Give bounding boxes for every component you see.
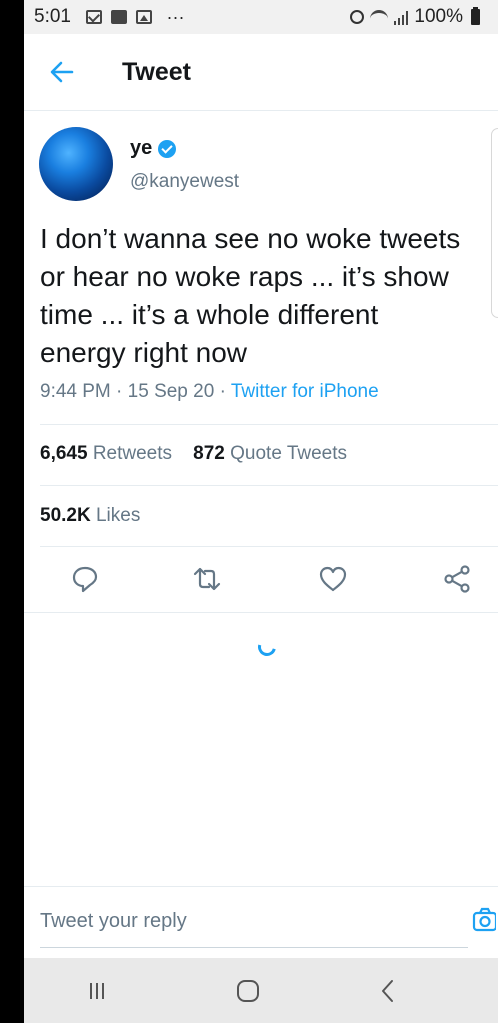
meta-separator: · — [219, 381, 226, 402]
nav-back-icon[interactable] — [373, 976, 403, 1006]
retweet-icon[interactable] — [192, 564, 222, 594]
reply-bar: Tweet your reply — [24, 886, 498, 959]
scroll-handle[interactable] — [491, 128, 498, 318]
meta-separator: · — [116, 381, 123, 402]
quote-tweets-label: Quote Tweets — [230, 443, 348, 464]
notification-icons: ... — [86, 3, 185, 24]
tweet-date: 15 Sep 20 — [127, 381, 215, 402]
avatar[interactable] — [39, 127, 113, 201]
author-handle[interactable]: @kanyewest — [130, 171, 239, 193]
camera-icon[interactable] — [472, 907, 496, 933]
battery-percent: 100% — [414, 6, 463, 27]
quote-tweets-count: 872 — [193, 443, 225, 464]
divider — [40, 485, 498, 486]
likes-label: Likes — [95, 505, 141, 526]
more-notifications-icon: ... — [167, 3, 186, 23]
page-title: Tweet — [122, 58, 191, 86]
quote-tweets-stat[interactable]: 872 Quote Tweets — [193, 443, 347, 464]
like-heart-icon[interactable] — [318, 564, 348, 594]
engagement-stats: 6,645 Retweets 872 Quote Tweets — [40, 443, 347, 465]
tweet-time: 9:44 PM — [40, 381, 111, 402]
back-arrow-icon[interactable] — [48, 58, 76, 86]
author-name-row[interactable]: ye — [130, 137, 177, 160]
reply-icon[interactable] — [70, 564, 100, 594]
likes-stat[interactable]: 50.2K Likes — [40, 505, 140, 527]
tweet-meta: 9:44 PM · 15 Sep 20 · Twitter for iPhone — [40, 381, 379, 403]
reply-input-underline — [40, 947, 468, 948]
tweet-actions — [24, 560, 498, 600]
retweets-label: Retweets — [92, 443, 173, 464]
tweet-text: I don’t wanna see no woke tweets or hear… — [40, 223, 461, 368]
mail-icon — [86, 9, 102, 24]
image-icon — [136, 9, 152, 24]
reply-input[interactable]: Tweet your reply — [40, 910, 187, 933]
author-name[interactable]: ye — [130, 137, 152, 160]
screen: 5:01 ... 100% Tweet ye @kanyewest I don’… — [24, 0, 498, 1023]
wifi-icon — [370, 10, 389, 24]
top-bar: Tweet — [24, 34, 498, 111]
verified-badge-icon — [158, 139, 177, 158]
battery-icon — [471, 7, 480, 25]
status-bar: 5:01 ... 100% — [24, 0, 498, 34]
recent-apps-icon[interactable] — [82, 976, 112, 1006]
system-nav-bar — [24, 958, 498, 1023]
signal-icon — [394, 10, 409, 25]
home-icon[interactable] — [233, 976, 263, 1006]
retweets-count: 6,645 — [40, 443, 88, 464]
retweets-stat[interactable]: 6,645 Retweets — [40, 443, 172, 464]
likes-count: 50.2K — [40, 505, 91, 526]
divider — [24, 612, 498, 613]
divider — [40, 424, 498, 425]
alarm-icon — [350, 10, 365, 24]
video-icon — [111, 9, 127, 24]
system-icons: 100% — [350, 6, 480, 28]
tweet-source-link[interactable]: Twitter for iPhone — [231, 381, 379, 402]
divider — [40, 546, 498, 547]
status-time: 5:01 — [34, 6, 71, 27]
share-icon[interactable] — [442, 564, 472, 594]
loading-spinner-icon — [254, 634, 280, 660]
